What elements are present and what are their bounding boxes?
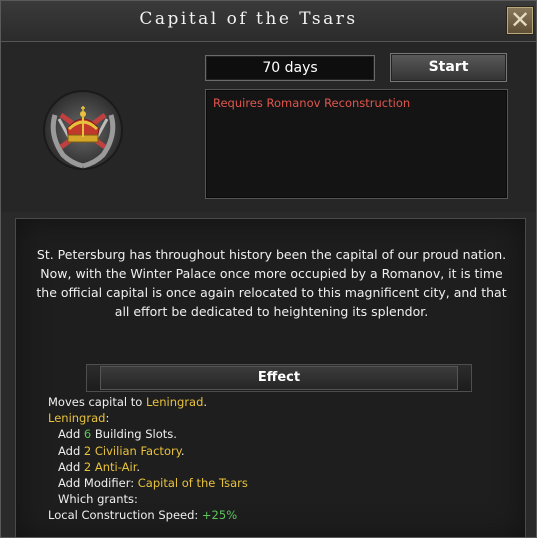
capital-target-link: Leningrad: [145, 395, 204, 409]
duration-field: 70 days: [205, 55, 375, 81]
crown-laurel-emblem-icon: [43, 90, 123, 170]
effect-list: Moves capital to Leningrad. Leningrad: A…: [48, 394, 248, 524]
focus-window: Capital of the Tsars ✕ 70 days Start Req…: [0, 0, 537, 538]
start-button[interactable]: Start: [390, 53, 507, 82]
focus-description: St. Petersburg has throughout history be…: [36, 247, 507, 319]
effect-state: Leningrad:: [48, 411, 110, 426]
effect-civilian-factory: Add 2 Civilian Factory.: [58, 443, 185, 458]
effect-move-capital: Moves capital to Leningrad.: [48, 395, 208, 409]
effect-anti-air: Add 2 Anti-Air.: [58, 459, 141, 474]
effect-modifier: Add Modifier: Capital of the Tsars: [58, 476, 248, 491]
title-bar: Capital of the Tsars ✕: [1, 1, 536, 42]
requirement-text: Requires Romanov Reconstruction: [213, 96, 411, 110]
effect-which-grants: Which grants:: [58, 492, 138, 507]
close-button[interactable]: ✕: [506, 6, 534, 35]
focus-summary-panel: 70 days Start Requires Romanov Reconstru…: [1, 42, 536, 212]
window-title: Capital of the Tsars: [139, 9, 358, 29]
requirements-box: Requires Romanov Reconstruction: [205, 89, 508, 199]
state-name: Leningrad: [48, 411, 106, 426]
effect-building-slots: Add 6 Building Slots.: [58, 427, 177, 442]
effect-header: Effect: [100, 366, 458, 390]
close-icon: ✕: [509, 6, 531, 34]
effect-construction-speed: Local Construction Speed: +25%: [48, 508, 238, 523]
focus-details-panel: St. Petersburg has throughout history be…: [15, 218, 526, 537]
